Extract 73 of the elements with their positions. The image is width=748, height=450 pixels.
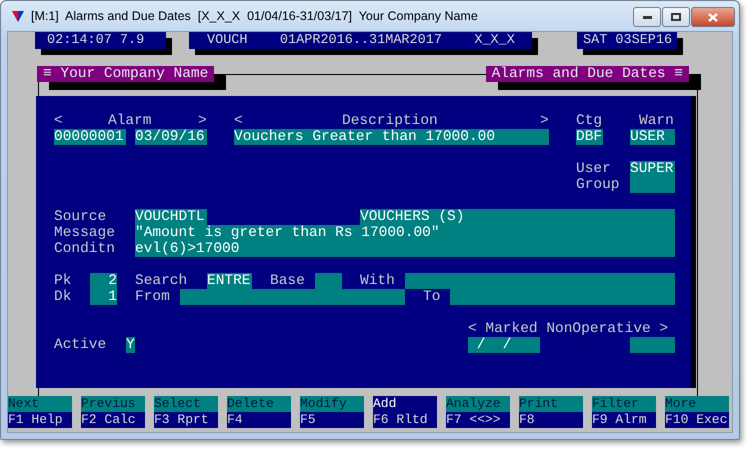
function-key-label[interactable]: F6 Rltd bbox=[373, 412, 437, 428]
field-label: Message bbox=[54, 225, 116, 241]
field-label: Alarm bbox=[108, 113, 153, 129]
input-field[interactable] bbox=[180, 289, 405, 305]
function-key-button[interactable]: Modify bbox=[300, 396, 364, 412]
function-key-button[interactable]: More bbox=[665, 396, 729, 412]
input-field[interactable] bbox=[450, 289, 675, 305]
field-label: Warn bbox=[639, 113, 675, 129]
function-key-button[interactable]: Delete bbox=[227, 396, 291, 412]
input-field[interactable] bbox=[405, 273, 675, 289]
function-key-label[interactable]: F5 bbox=[300, 412, 364, 428]
field-label: Description bbox=[342, 113, 439, 129]
input-field[interactable]: "Amount is greter than Rs 17000.00" bbox=[135, 225, 675, 241]
function-key-label[interactable]: F7 <<>> bbox=[446, 412, 510, 428]
input-field[interactable]: VOUCHDTL bbox=[135, 209, 207, 225]
input-field[interactable] bbox=[315, 273, 342, 289]
function-key-label[interactable]: F4 bbox=[227, 412, 291, 428]
function-key-label[interactable]: F10 Exec bbox=[665, 412, 729, 428]
input-field[interactable] bbox=[630, 337, 675, 353]
field-label: Active bbox=[54, 337, 108, 353]
field-label: < bbox=[234, 113, 243, 129]
input-field[interactable]: 1 bbox=[90, 289, 117, 305]
status-text: VOUCH 01APR2016..31MAR2017 X_X_X bbox=[189, 32, 532, 49]
field-label: > bbox=[198, 113, 207, 129]
field-label: Pk bbox=[54, 273, 72, 289]
field-label: Dk bbox=[54, 289, 72, 305]
input-field[interactable]: 2 bbox=[90, 273, 117, 289]
function-key-button[interactable]: Select bbox=[154, 396, 218, 412]
function-key-button[interactable]: Filter bbox=[592, 396, 656, 412]
field-label: < bbox=[54, 113, 63, 129]
function-key-label[interactable]: F8 bbox=[519, 412, 583, 428]
window-title: [M:1] Alarms and Due Dates [X_X_X 01/04/16-31/03/17] Your Company Name bbox=[31, 9, 479, 23]
function-key-button[interactable]: Add bbox=[373, 396, 437, 412]
field-label: User bbox=[576, 161, 612, 177]
close-button[interactable] bbox=[691, 7, 735, 27]
function-key-button[interactable]: Analyze bbox=[446, 396, 510, 412]
input-field[interactable]: USER bbox=[630, 129, 675, 145]
field-label: Group bbox=[576, 177, 621, 193]
status-text: 02:14:07 7.9 bbox=[35, 32, 166, 49]
field-label: Base bbox=[270, 273, 306, 289]
input-field[interactable]: ENTRE bbox=[207, 273, 252, 289]
field-label: With bbox=[360, 273, 396, 289]
function-key-label[interactable]: F2 Calc bbox=[81, 412, 145, 428]
function-key-label[interactable]: F1 Help bbox=[8, 412, 72, 428]
field-label: Conditn bbox=[54, 241, 116, 257]
input-field[interactable]: DBF bbox=[576, 129, 603, 145]
maximize-button[interactable] bbox=[662, 7, 690, 27]
input-field[interactable]: 03/09/16 bbox=[135, 129, 207, 145]
function-key-label[interactable]: F3 Rprt bbox=[154, 412, 218, 428]
field-label: To bbox=[423, 289, 441, 305]
input-field[interactable]: SUPER bbox=[630, 161, 675, 193]
function-key-button[interactable]: Print bbox=[519, 396, 583, 412]
status-text: SAT 03SEP16 bbox=[577, 32, 677, 49]
input-field[interactable]: / / bbox=[468, 337, 540, 353]
minimize-icon bbox=[642, 16, 652, 18]
input-field[interactable]: VOUCHERS (S) bbox=[360, 209, 675, 225]
input-field[interactable]: evl(6)>17000 bbox=[135, 241, 675, 257]
input-field[interactable]: 00000001 bbox=[54, 129, 126, 145]
maximize-icon bbox=[671, 13, 681, 21]
app-icon bbox=[11, 9, 25, 23]
field-label: From bbox=[135, 289, 171, 305]
field-label: < Marked NonOperative > bbox=[468, 321, 670, 337]
function-key-label[interactable]: F9 Alrm bbox=[592, 412, 656, 428]
minimize-button[interactable] bbox=[633, 7, 661, 27]
function-key-button[interactable]: Previus bbox=[81, 396, 145, 412]
function-key-button[interactable]: Next bbox=[8, 396, 72, 412]
close-icon bbox=[708, 12, 718, 22]
field-label: > bbox=[540, 113, 549, 129]
field-label: Ctg bbox=[576, 113, 603, 129]
input-field[interactable]: Y bbox=[126, 337, 135, 353]
input-field[interactable]: Vouchers Greater than 17000.00 bbox=[234, 129, 549, 145]
field-label: Search bbox=[135, 273, 188, 289]
field-label: Source bbox=[54, 209, 108, 225]
